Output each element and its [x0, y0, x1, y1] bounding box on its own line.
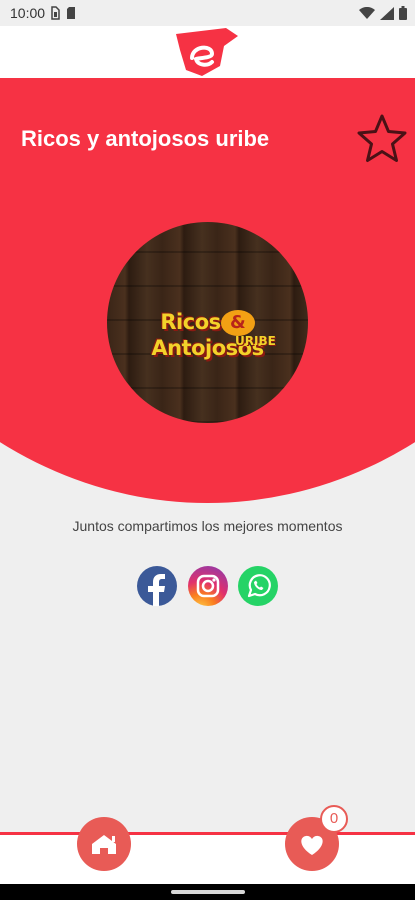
facebook-button[interactable] — [137, 566, 177, 606]
app-header — [0, 26, 415, 78]
home-icon — [92, 835, 116, 854]
store-logo: Ricos &Antojosos URIBE — [107, 222, 308, 423]
store-logo-text: Ricos &Antojosos — [151, 310, 264, 360]
wifi-icon — [359, 6, 375, 19]
star-outline-icon[interactable] — [355, 112, 409, 166]
home-button[interactable] — [77, 817, 131, 871]
status-bar: 10:00 — [0, 0, 415, 26]
signal-icon — [380, 6, 394, 20]
gesture-bar — [0, 884, 415, 900]
store-title: Ricos y antojosos uribe — [21, 126, 270, 151]
store-logo-subtext: URIBE — [235, 334, 276, 348]
favorites-count-badge: 0 — [320, 805, 348, 833]
sd-card-icon — [67, 7, 75, 19]
whatsapp-button[interactable] — [238, 566, 278, 606]
gesture-handle[interactable] — [171, 890, 245, 894]
instagram-icon — [196, 574, 220, 598]
sim-icon — [51, 6, 60, 20]
bottom-nav — [0, 832, 415, 884]
app-logo-icon[interactable] — [172, 26, 242, 78]
whatsapp-icon — [247, 574, 271, 598]
status-time: 10:00 — [10, 5, 46, 21]
instagram-button[interactable] — [188, 566, 228, 606]
facebook-icon — [148, 574, 165, 606]
store-tagline: Juntos compartimos los mejores momentos — [72, 518, 343, 534]
battery-icon — [399, 6, 407, 20]
social-links — [137, 566, 279, 606]
